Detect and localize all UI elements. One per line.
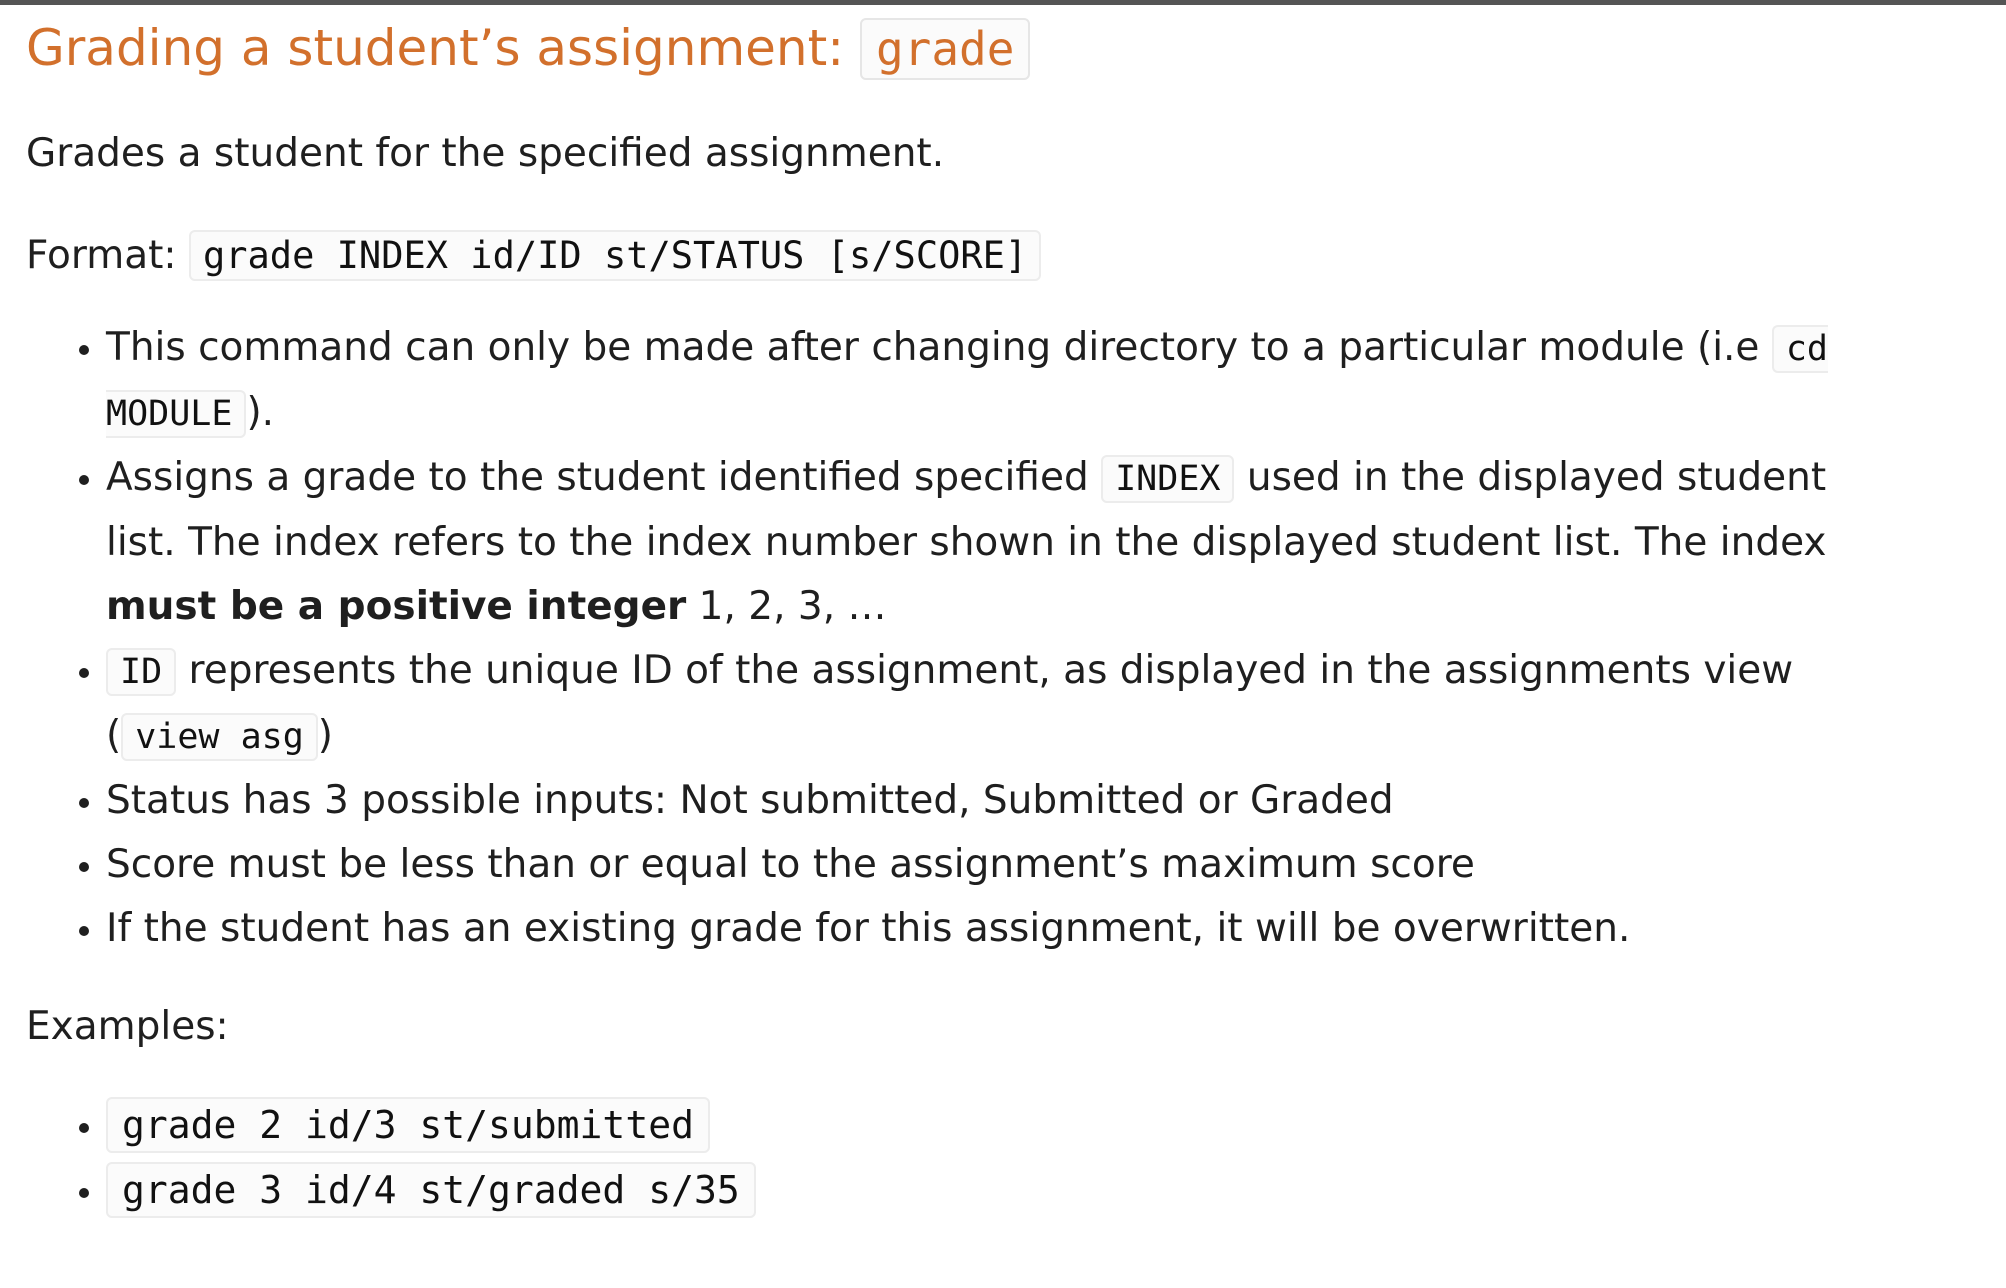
- heading-code: grade: [859, 18, 1031, 80]
- note-text: Assigns a grade to the student identifie…: [106, 455, 1102, 500]
- note-text: Status has 3 possible inputs: Not submit…: [106, 778, 1394, 823]
- heading-text: Grading a student’s assignment:: [26, 19, 860, 77]
- example-item: grade 3 id/4 st/graded s/35: [106, 1158, 1976, 1223]
- note-text: represents the unique ID of the assignme…: [106, 648, 1794, 758]
- format-line: Format: grade INDEX id/ID st/STATUS [s/S…: [26, 226, 1976, 286]
- note-text: This command can only be made after chan…: [106, 325, 1772, 370]
- notes-list: This command can only be made after chan…: [26, 316, 1906, 961]
- note-text: Score must be less than or equal to the …: [106, 842, 1475, 887]
- note-code: INDEX: [1101, 455, 1235, 503]
- note-item: Score must be less than or equal to the …: [106, 833, 1906, 897]
- section-heading: Grading a student’s assignment: grade: [26, 10, 1976, 86]
- command-description: Grades a student for the specified assig…: [26, 131, 945, 176]
- examples-list: grade 2 id/3 st/submitted grade 3 id/4 s…: [26, 1093, 1976, 1223]
- note-item: This command can only be made after chan…: [106, 316, 1906, 446]
- document-section: Grading a student’s assignment: grade Gr…: [26, 10, 1976, 1223]
- format-code: grade INDEX id/ID st/STATUS [s/SCORE]: [188, 230, 1042, 281]
- example-code: grade 3 id/4 st/graded s/35: [106, 1162, 756, 1218]
- note-code: view asg: [121, 713, 318, 761]
- note-text: ): [317, 713, 334, 758]
- note-text: 1, 2, 3, …: [686, 584, 887, 629]
- top-border: [0, 0, 2006, 5]
- note-emphasis: must be a positive integer: [106, 584, 687, 629]
- note-item: Status has 3 possible inputs: Not submit…: [106, 769, 1906, 833]
- note-code: ID: [106, 648, 177, 696]
- note-text: If the student has an existing grade for…: [106, 906, 1631, 951]
- format-label: Format:: [26, 233, 189, 278]
- note-text: ).: [246, 390, 275, 435]
- note-item: ID represents the unique ID of the assig…: [106, 639, 1906, 769]
- note-item: Assigns a grade to the student identifie…: [106, 446, 1906, 639]
- example-item: grade 2 id/3 st/submitted: [106, 1093, 1976, 1158]
- examples-label: Examples:: [26, 1004, 229, 1049]
- example-code: grade 2 id/3 st/submitted: [106, 1097, 710, 1153]
- note-item: If the student has an existing grade for…: [106, 897, 1906, 961]
